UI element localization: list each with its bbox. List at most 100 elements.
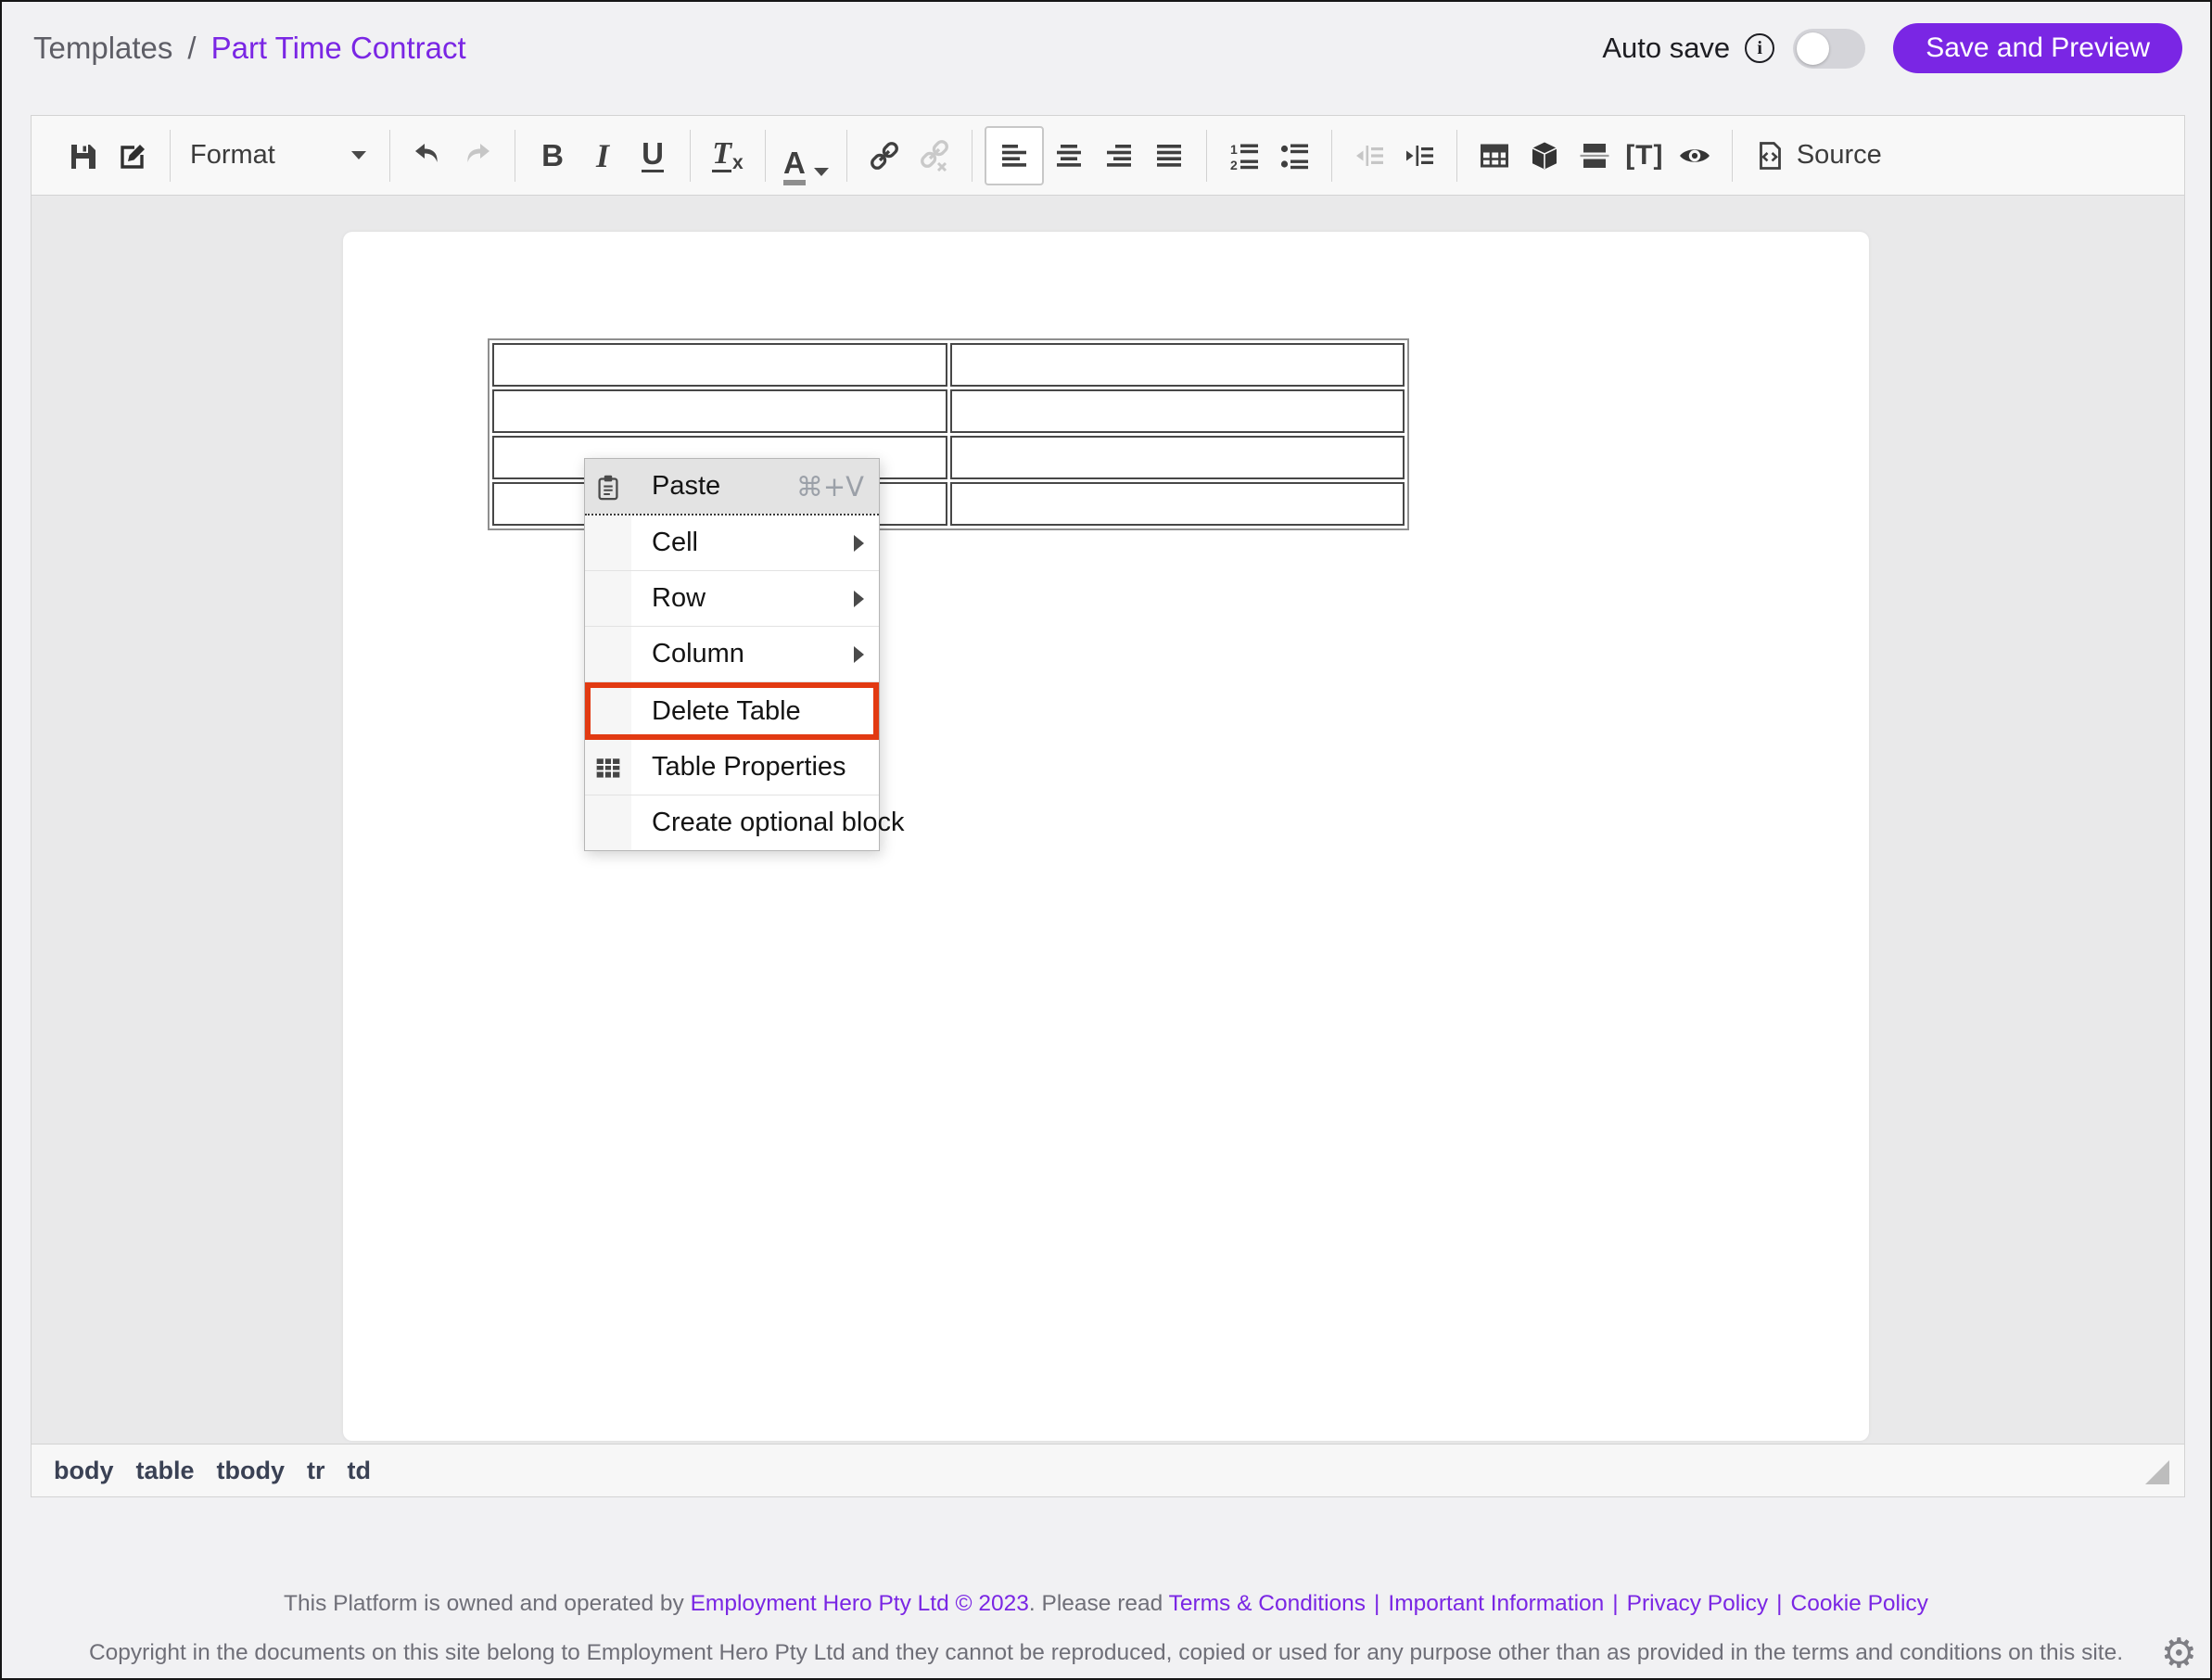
increase-indent-button[interactable] — [1394, 126, 1444, 185]
unlink-button[interactable] — [909, 126, 960, 185]
source-button[interactable]: Source — [1745, 126, 1891, 185]
format-dropdown[interactable]: Format — [183, 126, 377, 185]
insert-table-button[interactable] — [1469, 126, 1519, 185]
menu-icon-gutter — [585, 571, 631, 626]
source-document-icon — [1754, 140, 1786, 172]
numbered-list-icon: 1 2 — [1228, 140, 1260, 172]
resize-grip-icon[interactable] — [2145, 1460, 2169, 1484]
menu-icon-gutter — [585, 627, 631, 681]
footer-text: . Please read — [1029, 1591, 1169, 1616]
italic-button[interactable]: I — [578, 126, 628, 185]
bold-button[interactable]: B — [528, 126, 578, 185]
align-right-button[interactable] — [1094, 126, 1144, 185]
text-color-icon: A — [783, 147, 806, 185]
redo-icon — [462, 140, 493, 172]
footer-link-privacy-policy[interactable]: Privacy Policy — [1627, 1591, 1768, 1616]
align-center-icon — [1053, 140, 1085, 172]
paste-icon — [593, 472, 623, 502]
top-actions: Auto save i Save and Preview — [1602, 23, 2182, 73]
menu-item-table-properties[interactable]: Table Properties — [585, 740, 879, 795]
unlink-icon — [918, 139, 951, 172]
table-cell[interactable] — [950, 389, 1405, 433]
bulleted-list-button[interactable] — [1269, 126, 1319, 185]
eye-icon — [1678, 139, 1711, 172]
info-icon[interactable]: i — [1745, 33, 1774, 63]
table-cell[interactable] — [492, 343, 947, 387]
page-break-button[interactable] — [1570, 126, 1620, 185]
toolbar-separator — [765, 130, 766, 182]
gear-icon[interactable]: ⚙ — [2161, 1634, 2197, 1674]
token-icon: [T] — [1625, 142, 1663, 170]
menu-item-paste[interactable]: Paste ⌘+V — [585, 459, 879, 514]
autosave-label: Auto save — [1602, 32, 1730, 65]
menu-item-label: Cell — [652, 528, 698, 558]
format-dropdown-label: Format — [190, 140, 275, 171]
svg-text:1: 1 — [1230, 142, 1238, 157]
app-window: Templates / Part Time Contract Auto save… — [0, 0, 2212, 1680]
menu-icon-gutter — [585, 515, 631, 570]
path-td[interactable]: td — [348, 1457, 371, 1485]
breadcrumb: Templates / Part Time Contract — [33, 31, 466, 66]
footer-link-important-information[interactable]: Important Information — [1388, 1591, 1604, 1616]
table-icon — [1479, 140, 1510, 172]
autosave-toggle[interactable] — [1793, 29, 1865, 69]
path-body[interactable]: body — [54, 1457, 114, 1485]
redo-button[interactable] — [452, 126, 502, 185]
footer-link-company[interactable]: Employment Hero Pty Ltd © 2023 — [691, 1591, 1029, 1616]
save-and-preview-button[interactable]: Save and Preview — [1893, 23, 2182, 73]
footer-link-cookie-policy[interactable]: Cookie Policy — [1791, 1591, 1928, 1616]
edit-template-button[interactable] — [108, 126, 158, 185]
preview-button[interactable] — [1670, 126, 1720, 185]
menu-item-cell[interactable]: Cell — [585, 515, 879, 570]
underline-icon: U — [642, 138, 664, 172]
path-tbody[interactable]: tbody — [217, 1457, 286, 1485]
footer-link-terms[interactable]: Terms & Conditions — [1169, 1591, 1366, 1616]
svg-text:2: 2 — [1230, 158, 1238, 172]
toolbar-separator — [690, 130, 691, 182]
menu-item-row[interactable]: Row — [585, 571, 879, 626]
save-template-button[interactable] — [57, 126, 108, 185]
submenu-arrow-icon — [854, 591, 864, 607]
editor-canvas — [32, 196, 2184, 1444]
numbered-list-button[interactable]: 1 2 — [1219, 126, 1269, 185]
decrease-indent-button[interactable] — [1344, 126, 1394, 185]
rich-text-editor: Format B I U — [31, 115, 2185, 1497]
table-cell[interactable] — [950, 436, 1405, 479]
menu-item-column[interactable]: Column — [585, 627, 879, 681]
undo-button[interactable] — [402, 126, 452, 185]
underline-button[interactable]: U — [628, 126, 678, 185]
menu-icon-gutter — [585, 795, 631, 850]
menu-item-label: Paste — [652, 471, 720, 502]
path-table[interactable]: table — [136, 1457, 195, 1485]
footer: This Platform is owned and operated by E… — [2, 1593, 2210, 1664]
toolbar-separator — [1206, 130, 1207, 182]
align-right-icon — [1103, 140, 1135, 172]
menu-item-delete-table[interactable]: Delete Table — [585, 682, 879, 740]
breadcrumb-templates[interactable]: Templates — [33, 31, 172, 66]
toolbar-separator — [972, 130, 973, 182]
token-button[interactable]: [T] — [1620, 126, 1670, 185]
paste-shortcut: ⌘+V — [796, 471, 864, 503]
toolbar-separator — [389, 130, 390, 182]
content-block-button[interactable] — [1519, 126, 1570, 185]
table-row — [492, 343, 1405, 387]
menu-item-create-optional-block[interactable]: Create optional block — [585, 795, 879, 850]
table-cell[interactable] — [950, 343, 1405, 387]
footer-line-2: Copyright in the documents on this site … — [2, 1642, 2210, 1665]
text-color-button[interactable]: A — [778, 126, 834, 185]
table-cell[interactable] — [492, 389, 947, 433]
align-center-button[interactable] — [1044, 126, 1094, 185]
toolbar-separator — [846, 130, 847, 182]
footer-separator: | — [1612, 1591, 1618, 1616]
insert-link-button[interactable] — [859, 126, 909, 185]
element-path-bar: body table tbody tr td — [32, 1444, 2184, 1496]
path-tr[interactable]: tr — [307, 1457, 325, 1485]
toolbar-separator — [170, 130, 171, 182]
table-cell[interactable] — [950, 482, 1405, 526]
link-icon — [868, 139, 901, 172]
menu-item-label: Table Properties — [652, 752, 846, 783]
align-left-button[interactable] — [985, 126, 1044, 185]
document-page[interactable] — [343, 232, 1869, 1441]
justify-button[interactable] — [1144, 126, 1194, 185]
remove-format-button[interactable]: T x — [703, 126, 753, 185]
